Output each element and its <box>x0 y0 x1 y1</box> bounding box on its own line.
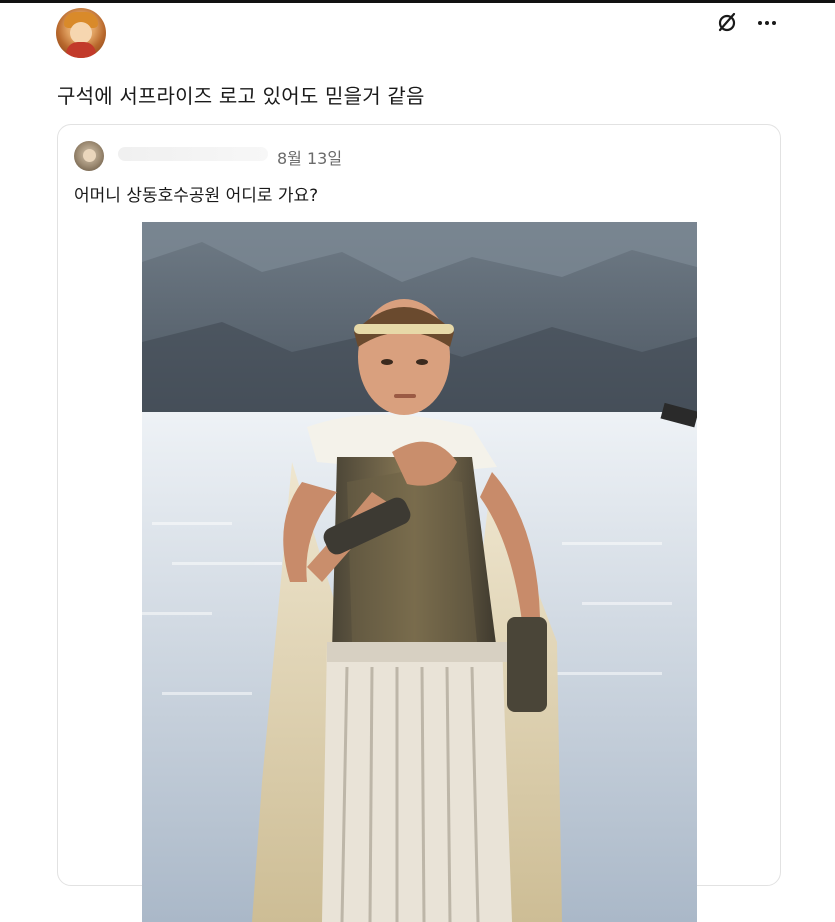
post-actions <box>715 10 779 34</box>
quoted-post-card[interactable]: 8월 13일 어머니 상동호수공원 어디로 가요? <box>57 124 781 922</box>
post-text: 구석에 서프라이즈 로고 있어도 믿을거 같음 <box>57 84 425 108</box>
author-avatar[interactable] <box>56 8 106 58</box>
quoted-avatar-face <box>83 149 96 162</box>
quoted-post-text: 어머니 상동호수공원 어디로 가요? <box>74 186 319 206</box>
more-dots-icon[interactable] <box>755 10 779 34</box>
avatar-face <box>70 22 92 44</box>
avatar-body <box>66 42 96 58</box>
top-border <box>0 0 835 3</box>
slashed-circle-icon[interactable] <box>715 10 739 34</box>
quoted-post-date: 8월 13일 <box>277 149 343 168</box>
quoted-post-image[interactable] <box>142 222 697 922</box>
quoted-author-avatar[interactable] <box>74 141 104 171</box>
quoted-author-name-blurred[interactable] <box>118 147 268 161</box>
image-illustration <box>142 222 697 922</box>
